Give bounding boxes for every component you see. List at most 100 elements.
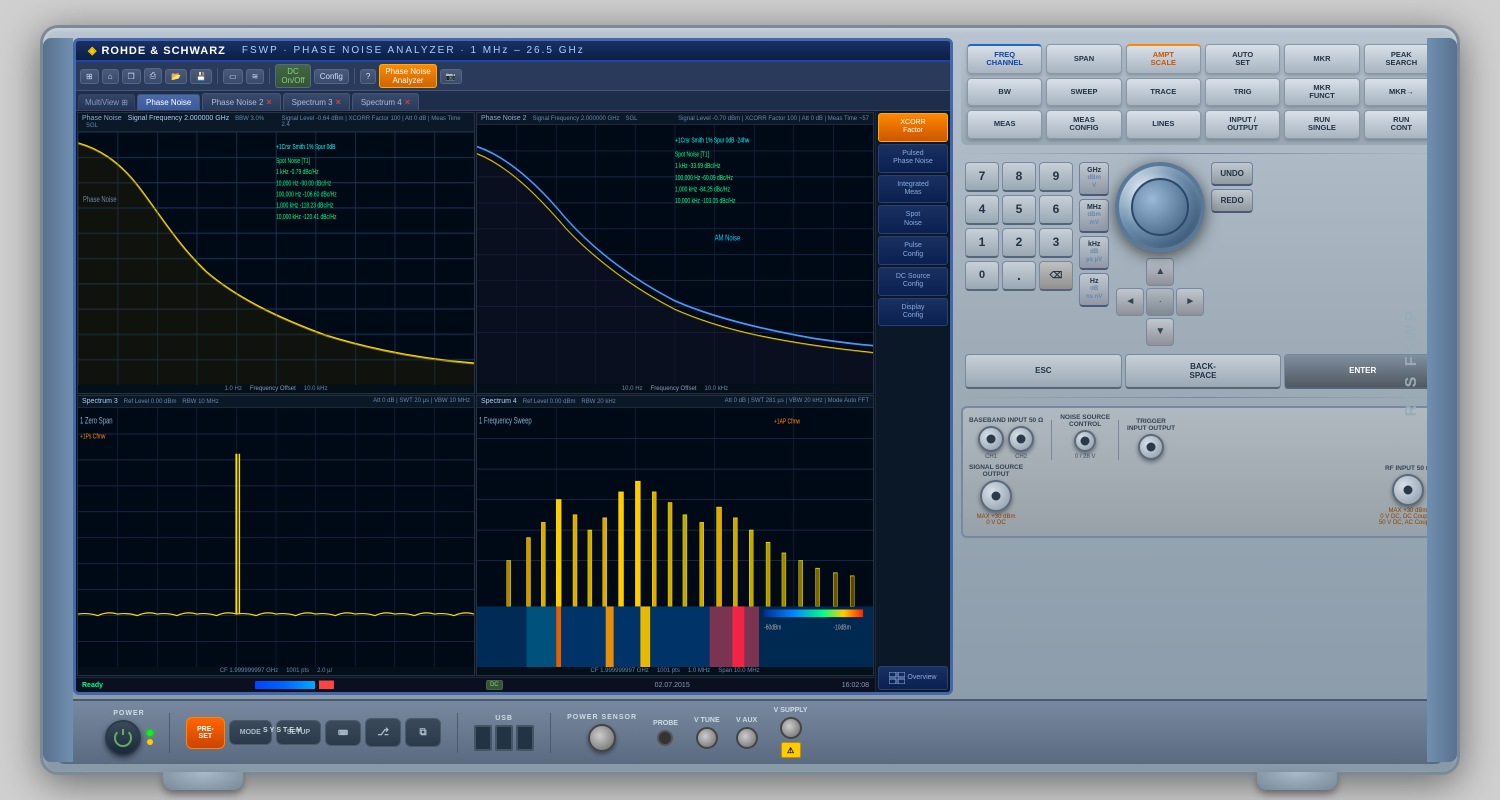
chart-phase-noise-2: Phase Noise 2 Signal Frequency 2.000000 … <box>476 112 874 394</box>
sk-xcorr-factor[interactable]: XCORRFactor <box>878 113 948 142</box>
tab-phase-noise-2[interactable]: Phase Noise 2 × <box>202 93 280 110</box>
btn-redo[interactable]: REDO <box>1211 189 1253 213</box>
tab-close-spectrum-4[interactable]: × <box>405 97 410 107</box>
toolbar-copy-btn[interactable]: ❒ <box>122 69 141 84</box>
num-6[interactable]: 6 <box>1039 195 1073 225</box>
sk-dc-source-config[interactable]: DC SourceConfig <box>878 267 948 296</box>
num-0[interactable]: 0 <box>965 261 999 291</box>
screen-with-softkeys: Phase Noise Signal Frequency 2.000000 GH… <box>76 111 950 692</box>
toolbar-config-btn[interactable]: Config <box>314 69 349 84</box>
sk-spot-noise[interactable]: SpotNoise <box>878 205 948 234</box>
tab-spectrum-3[interactable]: Spectrum 3 × <box>283 93 350 110</box>
btn-meas[interactable]: MEAS <box>967 110 1042 139</box>
num-5[interactable]: 5 <box>1002 195 1036 225</box>
btn-esc[interactable]: ESC <box>965 354 1122 389</box>
baseband-ch2-connector[interactable] <box>1008 426 1034 452</box>
sk-pulsed-phase-noise[interactable]: PulsedPhase Noise <box>878 144 948 173</box>
btn-ampt-scale[interactable]: AMPTSCALE <box>1126 44 1201 74</box>
tab-close-phase-noise-2[interactable]: × <box>266 97 271 107</box>
btn-mkr[interactable]: MKR <box>1284 44 1359 74</box>
tab-phase-noise[interactable]: Phase Noise <box>137 94 200 110</box>
num-7[interactable]: 7 <box>965 162 999 192</box>
toolbar-save-btn[interactable]: 💾 <box>190 69 212 84</box>
num-2[interactable]: 2 <box>1002 228 1036 258</box>
unit-hz-db[interactable]: HzdBns nV <box>1079 273 1109 307</box>
toolbar-dc-btn[interactable]: DCOn/Off <box>275 64 310 88</box>
rotary-knob[interactable] <box>1115 162 1205 252</box>
toolbar-measure-btn[interactable]: ≋ <box>246 69 265 84</box>
status-date: 02.07.2015 <box>655 682 690 689</box>
btn-bw[interactable]: BW <box>967 78 1042 107</box>
btn-preset[interactable]: PRE-SET <box>186 717 225 749</box>
toolbar-screenshot-btn[interactable]: 📷 <box>440 69 462 84</box>
arrow-left[interactable]: ◄ <box>1116 288 1144 316</box>
num-8[interactable]: 8 <box>1002 162 1036 192</box>
green-led <box>147 730 153 736</box>
instrument-main: ◈ ROHDE & SCHWARZ FSWP · PHASE NOISE ANA… <box>55 38 1445 695</box>
arrow-down[interactable]: ▼ <box>1146 318 1174 346</box>
num-3[interactable]: 3 <box>1039 228 1073 258</box>
num-9[interactable]: 9 <box>1039 162 1073 192</box>
btn-trace[interactable]: TRACE <box>1126 78 1201 107</box>
sk-display-config[interactable]: DisplayConfig <box>878 298 948 327</box>
svg-text:AM Noise: AM Noise <box>715 232 741 242</box>
tab-multiview[interactable]: MultiView ⊞ <box>78 94 135 110</box>
sk-pulse-config[interactable]: PulseConfig <box>878 236 948 265</box>
vsupply-connector[interactable] <box>780 717 802 739</box>
conn-row-bottom: SIGNAL SOURCEOUTPUT MAX +30 dBm0 V DC RF… <box>969 464 1437 526</box>
connector-divider-2 <box>1118 420 1119 460</box>
btn-auto-set[interactable]: AUTOSET <box>1205 44 1280 74</box>
vtune-connector[interactable] <box>696 727 718 749</box>
unit-ghz-dbm[interactable]: GHzdBmV <box>1079 162 1109 196</box>
power-button[interactable] <box>105 720 141 756</box>
usb-port-2[interactable] <box>495 725 513 751</box>
num-1[interactable]: 1 <box>965 228 999 258</box>
sk-integrated-meas[interactable]: IntegratedMeas <box>878 175 948 204</box>
unit-khz-db[interactable]: kHzdBµs µV <box>1079 236 1109 270</box>
num-dot[interactable]: . <box>1002 261 1036 291</box>
btn-mkr-funct[interactable]: MKRFUNCT <box>1284 78 1359 107</box>
btn-screen[interactable]: ⧉ <box>405 718 441 747</box>
toolbar-phase-noise-btn[interactable]: Phase NoiseAnalyzer <box>379 64 436 88</box>
baseband-ch1-connector[interactable] <box>978 426 1004 452</box>
btn-keyboard[interactable]: ⌨ <box>325 720 361 746</box>
signal-source-connector[interactable] <box>980 480 1012 512</box>
vaux-connector[interactable] <box>736 727 758 749</box>
arrow-up[interactable]: ▲ <box>1146 258 1174 286</box>
num-4[interactable]: 4 <box>965 195 999 225</box>
btn-meas-config[interactable]: MEASCONFIG <box>1046 110 1121 139</box>
sk-overview[interactable]: Overview <box>878 666 948 690</box>
btn-lines[interactable]: LINES <box>1126 110 1201 139</box>
btn-backspace[interactable]: BACK-SPACE <box>1125 354 1282 389</box>
btn-sweep[interactable]: SWEEP <box>1046 78 1121 107</box>
toolbar-windows-btn[interactable]: ⊞ <box>80 69 99 84</box>
svg-text:+1Crsr Smith 1% Spur 0dB ·24hw: +1Crsr Smith 1% Spur 0dB ·24hw <box>675 136 750 144</box>
usb-port-3[interactable] <box>516 725 534 751</box>
btn-trig[interactable]: TRIG <box>1205 78 1280 107</box>
btn-usb-hub[interactable]: ⎇ <box>365 718 401 747</box>
toolbar-screen-btn[interactable]: ▭ <box>223 69 243 84</box>
trigger-connector[interactable] <box>1138 434 1164 460</box>
power-sensor-connector[interactable] <box>588 724 616 752</box>
usb-port-1[interactable] <box>474 725 492 751</box>
noise-source-connector[interactable] <box>1074 430 1096 452</box>
unit-mhz-dbm[interactable]: MHzdBmmV <box>1079 199 1109 233</box>
toolbar-sep3 <box>354 68 355 84</box>
rf-input-connector[interactable] <box>1392 474 1424 506</box>
arrow-right[interactable]: ► <box>1176 288 1204 316</box>
toolbar-print-btn[interactable]: ⎙ <box>144 68 162 84</box>
btn-undo[interactable]: UNDO <box>1211 162 1253 186</box>
btn-input-output[interactable]: INPUT /OUTPUT <box>1205 110 1280 139</box>
toolbar-open-btn[interactable]: 📂 <box>165 69 187 84</box>
btn-span[interactable]: SPAN <box>1046 44 1121 74</box>
toolbar-help-btn[interactable]: ? <box>360 69 376 84</box>
arrow-center[interactable]: · <box>1146 288 1174 316</box>
btn-freq-channel[interactable]: FREQCHANNEL <box>967 44 1042 74</box>
usb-label: USB <box>495 715 513 722</box>
num-backspace[interactable]: ⌫ <box>1039 261 1073 291</box>
tab-spectrum-4[interactable]: Spectrum 4 × <box>352 93 419 110</box>
tab-close-spectrum-3[interactable]: × <box>336 97 341 107</box>
toolbar-home-btn[interactable]: ⌂ <box>102 69 119 84</box>
probe-jack[interactable] <box>657 730 673 746</box>
btn-run-single[interactable]: RUNSINGLE <box>1284 110 1359 139</box>
